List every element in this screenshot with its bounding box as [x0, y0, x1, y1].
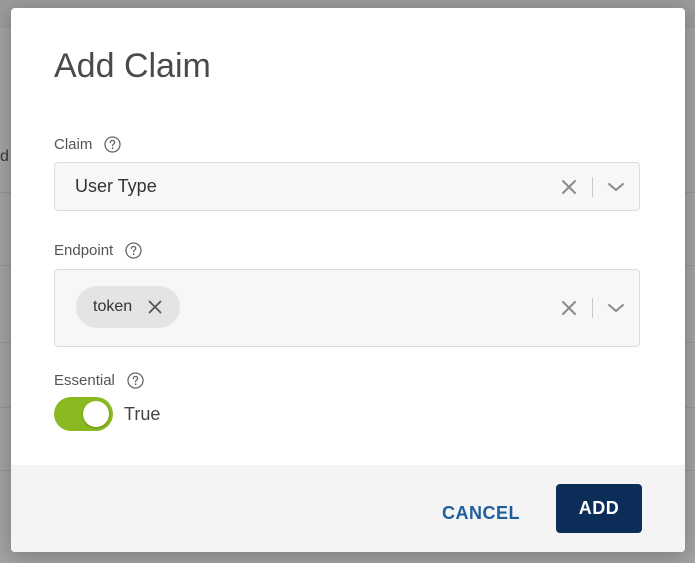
essential-toggle-row: True — [54, 397, 160, 431]
claim-select-controls — [558, 176, 627, 198]
chevron-down-icon[interactable] — [605, 176, 627, 198]
select-separator — [592, 177, 593, 197]
essential-field-label: Essential — [54, 370, 144, 390]
claim-label-text: Claim — [54, 135, 93, 153]
endpoint-field-label: Endpoint — [54, 240, 142, 260]
close-icon[interactable] — [558, 176, 580, 198]
claim-field-label: Claim — [54, 134, 121, 154]
endpoint-select-controls — [558, 297, 627, 319]
essential-toggle-label: True — [124, 403, 161, 424]
question-circle-icon[interactable] — [125, 241, 142, 259]
endpoint-chip-label: token — [93, 298, 133, 315]
question-circle-icon[interactable] — [104, 135, 121, 153]
close-icon[interactable] — [558, 297, 580, 319]
essential-toggle[interactable] — [54, 397, 113, 431]
cancel-button[interactable]: CANCEL — [424, 493, 538, 533]
add-button[interactable]: ADD — [556, 484, 642, 533]
close-icon[interactable] — [146, 298, 164, 316]
endpoint-label-text: Endpoint — [54, 241, 114, 259]
dialog-footer: CANCEL ADD — [11, 465, 685, 552]
toggle-knob — [83, 401, 109, 427]
question-circle-icon[interactable] — [127, 371, 144, 389]
endpoint-chip: token — [76, 286, 180, 328]
dialog-title: Add Claim — [54, 47, 211, 85]
background-text: d — [0, 148, 9, 165]
endpoint-multiselect[interactable]: token — [54, 269, 640, 347]
select-separator — [592, 298, 593, 318]
claim-select[interactable]: User Type — [54, 162, 640, 211]
chevron-down-icon[interactable] — [605, 297, 627, 319]
add-claim-dialog: Add Claim Claim User Type Endpoint token… — [11, 8, 685, 552]
claim-select-value: User Type — [75, 176, 157, 196]
essential-label-text: Essential — [54, 371, 115, 389]
